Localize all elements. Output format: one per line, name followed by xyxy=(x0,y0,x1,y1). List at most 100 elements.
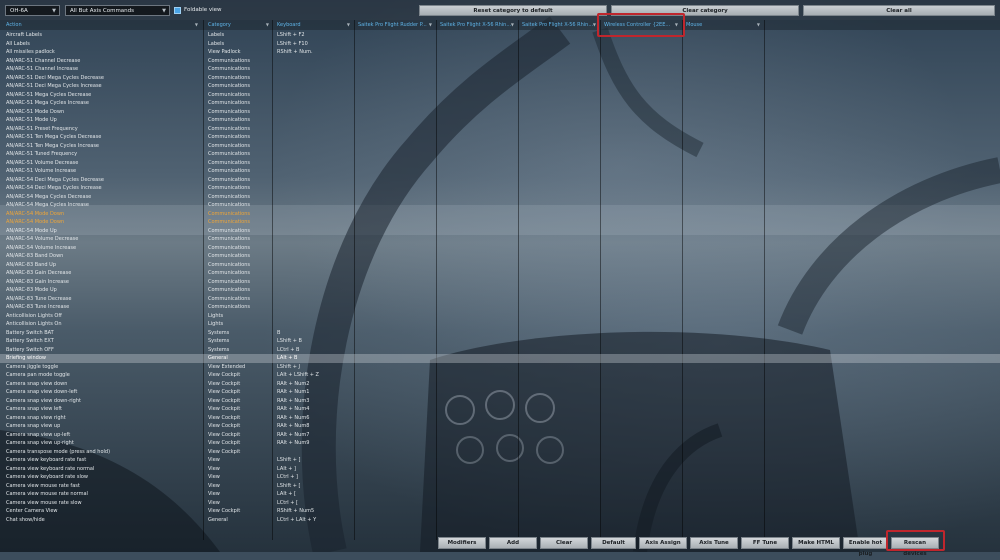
table-row[interactable]: AN/ARC-54 Deci Mega Cycles Decrease Commu… xyxy=(0,176,1000,185)
table-row[interactable]: Camera view keyboard rate slow View LCtrl … xyxy=(0,473,1000,482)
table-row[interactable]: AN/ARC-51 Mega Cycles Increase Communicat… xyxy=(0,99,1000,108)
table-row[interactable]: AN/ARC-51 Deci Mega Cycles Increase Commu… xyxy=(0,82,1000,91)
table-row[interactable]: Battery Switch OFF Systems LCtrl + B xyxy=(0,346,1000,355)
axis-tune-button[interactable]: Axis Tune xyxy=(690,537,738,549)
axis-assign-button[interactable]: Axis Assign xyxy=(639,537,687,549)
row-keyboard-binding[interactable]: RShift + Num. xyxy=(277,48,355,57)
table-row[interactable]: AN/ARC-51 Channel Increase Communications xyxy=(0,65,1000,74)
modifiers-button[interactable]: Modifiers xyxy=(438,537,486,549)
table-row[interactable]: Center Camera View View Cockpit RShift + N… xyxy=(0,507,1000,516)
row-keyboard-binding[interactable]: LShift + [ xyxy=(277,482,355,491)
row-keyboard-binding[interactable]: RAlt + Num8 xyxy=(277,422,355,431)
rescan-devices-button[interactable]: Rescan devices xyxy=(891,537,939,557)
make-html-button[interactable]: Make HTML xyxy=(792,537,840,549)
row-keyboard-binding[interactable]: RAlt + Num9 xyxy=(277,439,355,448)
table-row[interactable]: AN/ARC-51 Preset Frequency Communications xyxy=(0,125,1000,134)
table-row[interactable]: Battery Switch BAT Systems B xyxy=(0,329,1000,338)
table-row[interactable]: AN/ARC-83 Tune Increase Communications xyxy=(0,303,1000,312)
column-header-action[interactable]: Action ▼ xyxy=(2,20,202,30)
clear-category-button[interactable]: Clear category xyxy=(611,5,799,16)
enable-hot-plug-button[interactable]: Enable hot plug xyxy=(843,537,888,557)
table-row[interactable]: Camera snap view right View Cockpit RAlt +… xyxy=(0,414,1000,423)
table-row[interactable]: Camera view keyboard rate normal View LAlt… xyxy=(0,465,1000,474)
table-row[interactable]: Camera view mouse rate slow View LCtrl + [ xyxy=(0,499,1000,508)
filter-select[interactable]: All But Axis Commands ▼ xyxy=(65,5,170,16)
row-keyboard-binding[interactable]: LCtrl + ] xyxy=(277,473,355,482)
table-row[interactable]: Camera snap view up-right View Cockpit RAl… xyxy=(0,439,1000,448)
row-keyboard-binding[interactable]: RAlt + Num4 xyxy=(277,405,355,414)
table-row[interactable]: AN/ARC-51 Deci Mega Cycles Decrease Commu… xyxy=(0,74,1000,83)
table-row[interactable]: Camera view mouse rate fast View LShift + … xyxy=(0,482,1000,491)
table-row[interactable]: AN/ARC-51 Mode Up Communications xyxy=(0,116,1000,125)
table-row[interactable]: AN/ARC-54 Mega Cycles Decrease Communicat… xyxy=(0,193,1000,202)
column-header-category[interactable]: Category ▼ xyxy=(204,20,273,30)
add-button[interactable]: Add xyxy=(489,537,537,549)
column-header-mouse[interactable]: Mouse ▼ xyxy=(682,20,764,30)
column-header-x56-stick[interactable]: Saitek Pro Flight X-56 Rhin... ▼ xyxy=(436,20,518,30)
table-row[interactable]: All missiles padlock View Padlock RShift +… xyxy=(0,48,1000,57)
table-row[interactable]: Camera snap view up View Cockpit RAlt + Nu… xyxy=(0,422,1000,431)
row-keyboard-binding[interactable]: LShift + J xyxy=(277,363,355,372)
ff-tune-button[interactable]: FF Tune xyxy=(741,537,789,549)
table-row[interactable]: AN/ARC-83 Gain Increase Communications xyxy=(0,278,1000,287)
table-row[interactable]: AN/ARC-51 Channel Decrease Communications xyxy=(0,57,1000,66)
table-row[interactable]: AN/ARC-83 Tune Decrease Communications xyxy=(0,295,1000,304)
table-row[interactable]: Camera snap view down View Cockpit RAlt + … xyxy=(0,380,1000,389)
table-row[interactable]: AN/ARC-51 Volume Increase Communications xyxy=(0,167,1000,176)
table-row[interactable]: AN/ARC-54 Mega Cycles Increase Communicat… xyxy=(0,201,1000,210)
row-keyboard-binding[interactable]: RShift + Num5 xyxy=(277,507,355,516)
row-keyboard-binding[interactable]: B xyxy=(277,329,355,338)
row-keyboard-binding[interactable]: LShift + B xyxy=(277,337,355,346)
reset-category-button[interactable]: Reset category to default xyxy=(419,5,607,16)
column-header-wireless-controller[interactable]: Wireless Controller {2EE... ▼ xyxy=(600,20,682,30)
table-row[interactable]: AN/ARC-83 Band Down Communications xyxy=(0,252,1000,261)
table-row[interactable]: AN/ARC-51 Ten Mega Cycles Decrease Commun… xyxy=(0,133,1000,142)
clear-all-button[interactable]: Clear all xyxy=(803,5,995,16)
table-row[interactable]: Briefing window General LAlt + B xyxy=(0,354,1000,363)
table-row[interactable]: AN/ARC-83 Band Up Communications xyxy=(0,261,1000,270)
foldable-view-checkbox[interactable] xyxy=(174,7,181,14)
table-row[interactable]: AN/ARC-54 Mode Up Communications xyxy=(0,227,1000,236)
aircraft-select[interactable]: OH-6A ▼ xyxy=(5,5,60,16)
row-keyboard-binding[interactable]: RAlt + Num3 xyxy=(277,397,355,406)
table-row[interactable]: Camera transpose mode (press and hold) Vi… xyxy=(0,448,1000,457)
table-row[interactable]: Aircraft Labels Labels LShift + F2 xyxy=(0,31,1000,40)
table-row[interactable]: AN/ARC-51 Volume Decrease Communications xyxy=(0,159,1000,168)
table-row[interactable]: Anticollision Lights Off Lights xyxy=(0,312,1000,321)
table-row[interactable]: Camera jiggle toggle View Extended LShift … xyxy=(0,363,1000,372)
table-row[interactable]: AN/ARC-54 Volume Decrease Communications xyxy=(0,235,1000,244)
table-row[interactable]: Camera snap view down-left View Cockpit RA… xyxy=(0,388,1000,397)
row-keyboard-binding[interactable]: LShift + F2 xyxy=(277,31,355,40)
column-header-x56-throttle[interactable]: Saitek Pro Flight X-56 Rhin... ▼ xyxy=(518,20,600,30)
column-header-keyboard[interactable]: Keyboard ▼ xyxy=(273,20,354,30)
table-row[interactable]: All Labels Labels LShift + F10 xyxy=(0,40,1000,49)
row-keyboard-binding[interactable]: RAlt + Num1 xyxy=(277,388,355,397)
table-row[interactable]: Camera view keyboard rate fast View LShift… xyxy=(0,456,1000,465)
table-row[interactable]: Camera pan mode toggle View Cockpit LAlt +… xyxy=(0,371,1000,380)
table-row[interactable]: Battery Switch EXT Systems LShift + B xyxy=(0,337,1000,346)
table-row[interactable]: AN/ARC-83 Mode Up Communications xyxy=(0,286,1000,295)
row-keyboard-binding[interactable]: LAlt + B xyxy=(277,354,355,363)
table-row[interactable]: AN/ARC-51 Mode Down Communications xyxy=(0,108,1000,117)
row-keyboard-binding[interactable]: LCtrl + [ xyxy=(277,499,355,508)
row-keyboard-binding[interactable]: RAlt + Num2 xyxy=(277,380,355,389)
table-row[interactable]: AN/ARC-54 Mode Down Communications xyxy=(0,218,1000,227)
row-keyboard-binding[interactable]: LShift + F10 xyxy=(277,40,355,49)
table-row[interactable]: AN/ARC-54 Volume Increase Communications xyxy=(0,244,1000,253)
table-row[interactable]: Camera snap view left View Cockpit RAlt + … xyxy=(0,405,1000,414)
table-row[interactable]: AN/ARC-83 Gain Decrease Communications xyxy=(0,269,1000,278)
row-keyboard-binding[interactable]: LAlt + LShift + Z xyxy=(277,371,355,380)
table-row[interactable]: AN/ARC-51 Tuned Frequency Communications xyxy=(0,150,1000,159)
table-row[interactable]: Anticollision Lights On Lights xyxy=(0,320,1000,329)
row-keyboard-binding[interactable]: RAlt + Num6 xyxy=(277,414,355,423)
table-row[interactable]: AN/ARC-51 Mega Cycles Decrease Communicat… xyxy=(0,91,1000,100)
row-keyboard-binding[interactable]: LCtrl + B xyxy=(277,346,355,355)
table-row[interactable]: Camera snap view down-right View Cockpit R… xyxy=(0,397,1000,406)
table-row[interactable]: AN/ARC-54 Mode Down Communications xyxy=(0,210,1000,219)
column-header-rudder-pedals[interactable]: Saitek Pro Flight Rudder P... ▼ xyxy=(354,20,436,30)
row-keyboard-binding[interactable]: RAlt + Num7 xyxy=(277,431,355,440)
clear-button[interactable]: Clear xyxy=(540,537,588,549)
table-row[interactable]: Chat show/hide General LCtrl + LAlt + Y xyxy=(0,516,1000,525)
table-row[interactable]: AN/ARC-54 Deci Mega Cycles Increase Commu… xyxy=(0,184,1000,193)
table-row[interactable]: Camera snap view up-left View Cockpit RAlt… xyxy=(0,431,1000,440)
